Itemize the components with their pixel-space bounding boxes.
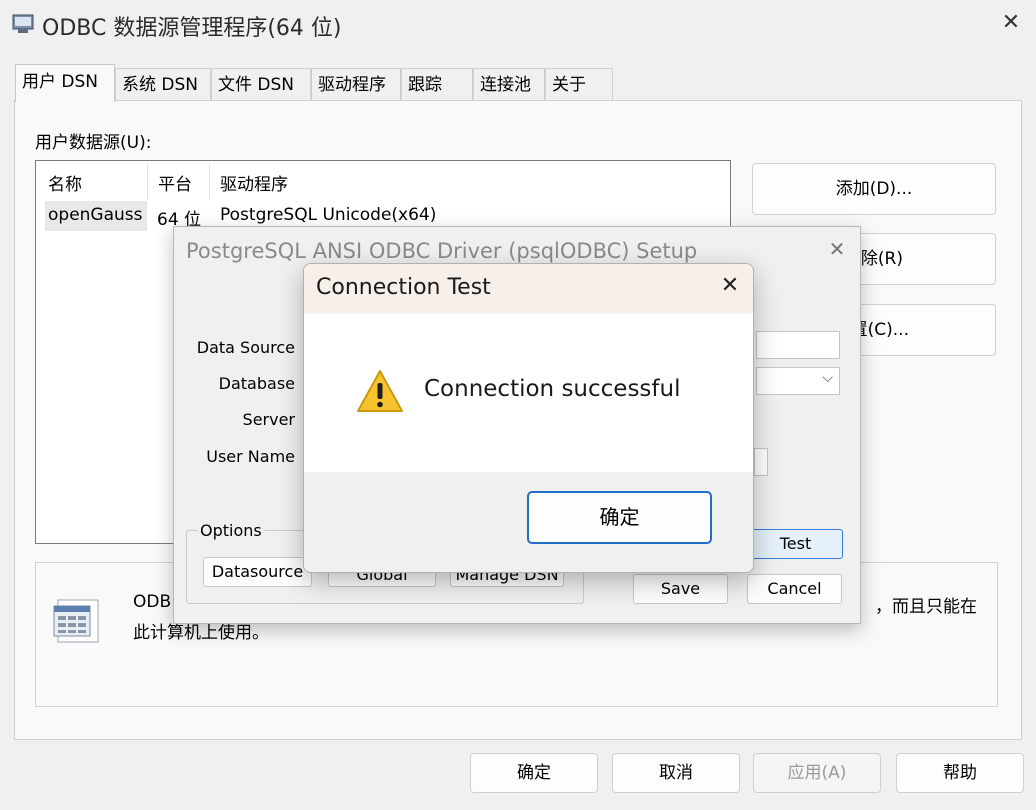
tab-tracing[interactable]: 跟踪 xyxy=(401,68,473,100)
test-button[interactable]: Test xyxy=(748,529,843,559)
window-title: ODBC 数据源管理程序(64 位) xyxy=(42,16,342,41)
data-source-label: Data Source xyxy=(196,338,295,357)
column-header-driver[interactable]: 驱动程序 xyxy=(220,170,288,195)
tab-file-dsn[interactable]: 文件 DSN xyxy=(211,68,311,100)
apply-button[interactable]: 应用(A) xyxy=(753,753,881,793)
connection-test-close-icon[interactable]: ✕ xyxy=(716,272,744,300)
warning-icon xyxy=(356,368,404,414)
user-name-label: User Name xyxy=(206,447,295,466)
data-source-field[interactable] xyxy=(756,331,840,359)
tab-user-dsn[interactable]: 用户 DSN xyxy=(15,64,115,102)
chevron-down-icon: ⌵ xyxy=(822,370,833,386)
password-field[interactable] xyxy=(754,448,768,476)
cancel-button[interactable]: 取消 xyxy=(612,753,740,793)
ok-button[interactable]: 确定 xyxy=(470,753,598,793)
save-button[interactable]: Save xyxy=(633,574,728,604)
data-source-icon xyxy=(52,598,102,644)
add-button[interactable]: 添加(D)... xyxy=(752,163,996,215)
setup-cancel-button[interactable]: Cancel xyxy=(747,574,842,604)
user-dsn-label: 用户数据源(U): xyxy=(35,133,152,153)
tab-about[interactable]: 关于 xyxy=(545,68,613,100)
column-header-name[interactable]: 名称 xyxy=(48,170,82,195)
options-label: Options xyxy=(198,521,264,540)
dsn-driver-cell: PostgreSQL Unicode(x64) xyxy=(220,205,437,225)
datasource-button[interactable]: Datasource xyxy=(203,557,312,587)
setup-dialog-title: PostgreSQL ANSI ODBC Driver (psqlODBC) S… xyxy=(186,239,698,263)
tab-drivers[interactable]: 驱动程序 xyxy=(311,68,401,100)
server-label: Server xyxy=(242,410,295,429)
column-header-platform[interactable]: 平台 xyxy=(158,170,192,195)
connection-test-ok-button[interactable]: 确定 xyxy=(527,491,712,544)
connection-test-message: Connection successful xyxy=(424,376,681,402)
info-text: ，而且只能在 xyxy=(875,597,977,617)
odbc-app-icon xyxy=(12,14,34,34)
database-label: Database xyxy=(218,374,295,393)
database-select[interactable]: ⌵ xyxy=(756,367,840,395)
window-close-icon[interactable]: ✕ xyxy=(998,10,1024,36)
dsn-name-cell: openGauss xyxy=(48,205,143,225)
column-separator xyxy=(209,164,210,200)
info-text: ODB xyxy=(133,592,172,612)
tab-system-dsn[interactable]: 系统 DSN xyxy=(115,68,211,100)
tab-connection-pooling[interactable]: 连接池 xyxy=(473,68,545,100)
help-button[interactable]: 帮助 xyxy=(896,753,1024,793)
connection-test-title: Connection Test xyxy=(316,275,491,300)
setup-close-icon[interactable]: ✕ xyxy=(824,236,850,262)
column-separator xyxy=(147,164,148,200)
